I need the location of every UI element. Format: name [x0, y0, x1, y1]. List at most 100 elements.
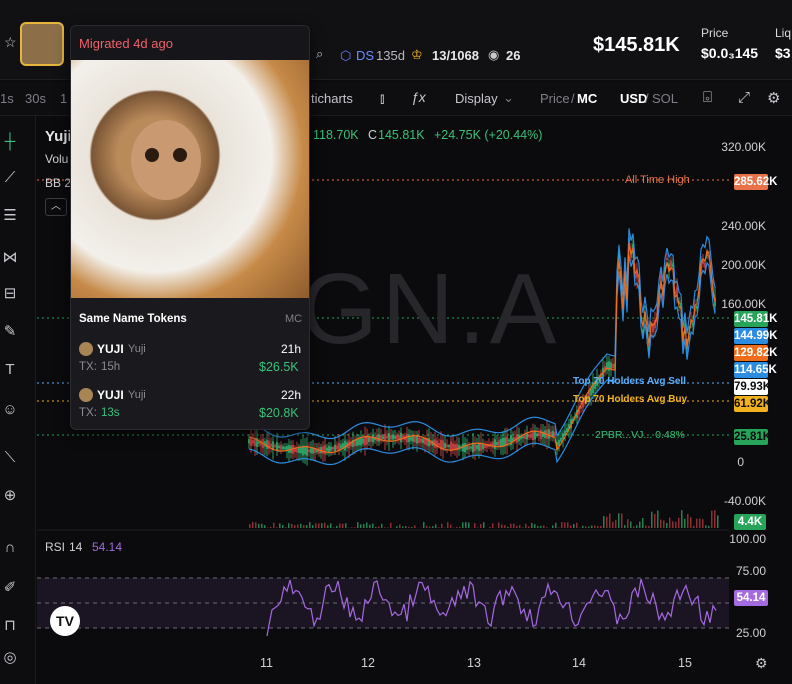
item-mc: $20.8K: [259, 406, 299, 420]
y-tick: 240.00K: [721, 219, 766, 233]
volume-bar: [450, 524, 452, 528]
interval-30s[interactable]: 30s: [25, 91, 46, 106]
interval-1[interactable]: 1: [60, 91, 67, 106]
volume-bar: [696, 518, 698, 528]
x-tick: 14: [572, 656, 586, 670]
collapse-legend-button[interactable]: ︿: [45, 198, 67, 216]
volume-bar: [630, 521, 632, 528]
volume-bar: [327, 525, 329, 528]
usd-toggle[interactable]: USD: [620, 91, 647, 106]
projection-icon[interactable]: ⊟: [0, 284, 20, 304]
candle: [358, 438, 360, 446]
crosshair-icon[interactable]: ┼: [0, 132, 20, 152]
volume-bar: [441, 523, 443, 528]
volume-bar: [369, 524, 371, 528]
sol-toggle[interactable]: SOL: [652, 91, 678, 106]
candle: [528, 434, 530, 438]
crown-icon: ♔: [411, 47, 423, 62]
candle: [610, 362, 612, 370]
pattern-icon[interactable]: ⋈: [0, 248, 20, 268]
volume-bar: [618, 513, 620, 528]
candle: [470, 446, 472, 449]
candle: [536, 433, 538, 437]
emoji-icon[interactable]: ☺: [0, 400, 20, 420]
volume-bar: [324, 522, 326, 528]
volume-bar: [693, 525, 695, 528]
volume-bar: [354, 527, 356, 528]
token-avatar: [79, 388, 93, 402]
tag-avg-buy: 61.92K: [734, 396, 771, 412]
mc-toggle[interactable]: MC: [577, 91, 597, 106]
candle: [332, 447, 334, 450]
fib-icon[interactable]: ☰: [0, 206, 20, 226]
candle: [328, 445, 330, 453]
price-toggle[interactable]: Price: [540, 91, 570, 106]
display-button[interactable]: Display: [455, 91, 498, 106]
volume-bar: [531, 522, 533, 528]
eye-icon: ◉: [488, 47, 500, 62]
star-icon[interactable]: ☆: [4, 34, 17, 51]
brush-icon[interactable]: ✎: [0, 322, 20, 342]
candle: [322, 446, 324, 454]
volume-bar: [357, 522, 359, 528]
trendline-icon[interactable]: ⟋: [0, 168, 20, 188]
volume-bar: [603, 516, 605, 528]
volume-bar: [483, 522, 485, 528]
text-icon[interactable]: T: [0, 360, 20, 380]
token-avatar[interactable]: [20, 22, 64, 66]
visibility-icon[interactable]: ◎: [0, 648, 20, 668]
candle: [416, 435, 418, 444]
camera-icon[interactable]: ⌻: [703, 89, 712, 106]
volume-bar: [561, 522, 563, 528]
tag-bb-mid: 129.82K: [734, 345, 777, 361]
volume-bar: [339, 523, 341, 528]
volume-bar: [687, 514, 689, 528]
candle: [392, 434, 394, 440]
candle: [300, 447, 302, 454]
chevron-down-icon[interactable]: ⌄: [503, 90, 514, 106]
candle: [252, 439, 254, 444]
tag-avg-sell: 79.93K: [734, 379, 771, 395]
candle: [438, 443, 440, 446]
legend-close: 145.81K: [378, 128, 425, 142]
volume-bar: [711, 510, 713, 528]
indicators-icon[interactable]: ⫾: [380, 90, 384, 107]
settings-icon[interactable]: ⚙: [755, 655, 768, 672]
volume-bar: [366, 522, 368, 528]
volume-bar: [558, 527, 560, 528]
volume-bar: [252, 522, 254, 528]
candle: [278, 445, 280, 449]
volume-bar: [315, 523, 317, 528]
ruler-icon[interactable]: ⟍: [0, 448, 20, 468]
dev-holder-label: 2PBR...VJ... 0.48%: [595, 429, 685, 441]
gear-icon[interactable]: ⚙: [767, 89, 780, 107]
function-icon[interactable]: ƒx: [411, 89, 426, 105]
volume-bar: [570, 525, 572, 528]
search-icon[interactable]: ⌕: [316, 46, 323, 62]
fullscreen-icon[interactable]: ⤢: [738, 89, 750, 106]
volume-bar: [474, 523, 476, 528]
volume-bar: [621, 513, 623, 528]
volume-bar: [306, 525, 308, 528]
slash-divider: /: [645, 91, 649, 106]
item-mc: $26.5K: [259, 360, 299, 374]
y-tick: -40.00K: [723, 494, 766, 508]
candles-button[interactable]: ticharts: [311, 91, 353, 106]
x-tick: 11: [260, 656, 273, 670]
zoom-in-icon[interactable]: ⊕: [0, 486, 20, 506]
interval-1s[interactable]: 1s: [0, 91, 14, 106]
volume-bar: [282, 525, 284, 528]
same-name-item[interactable]: YUJI Yuji 21h TX: 15h $26.5K: [71, 336, 309, 380]
lock-drawing-icon[interactable]: ✐: [0, 578, 20, 598]
tag-text: 4.4K: [737, 516, 763, 528]
volume-bar: [699, 518, 701, 528]
magnet-icon[interactable]: ∩: [0, 538, 20, 558]
candle: [504, 437, 506, 446]
lock-icon[interactable]: ⊓: [0, 616, 20, 636]
same-name-item[interactable]: YUJI Yuji 22h TX: 13s $20.8K: [71, 382, 309, 426]
volume-bar: [291, 524, 293, 528]
volume-bar: [273, 522, 275, 528]
tradingview-logo[interactable]: TV: [50, 606, 80, 636]
candle: [398, 435, 400, 440]
legend-close-label: C: [368, 128, 378, 142]
